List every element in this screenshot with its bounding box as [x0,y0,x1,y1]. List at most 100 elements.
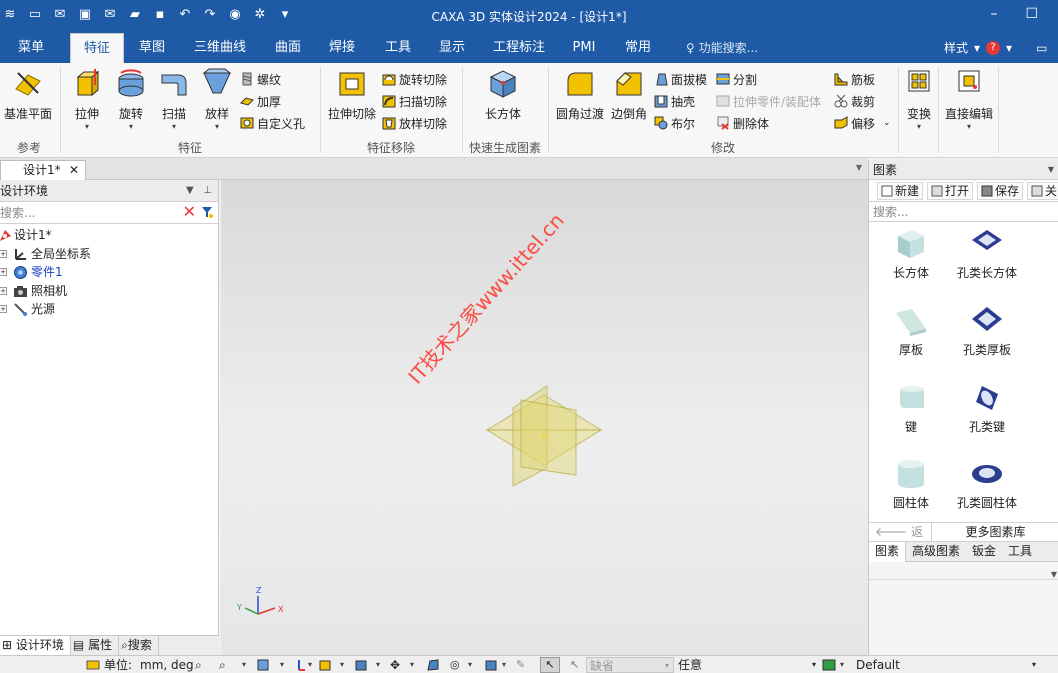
library-item-cylinder[interactable]: 圆柱体 [871,458,951,511]
3d-viewport[interactable]: Z Y X IT技术之家www.ittel.cn [221,180,868,655]
tab-display[interactable]: 显示 [430,33,474,63]
trim-button[interactable]: 裁剪 [834,91,875,111]
minimize-button[interactable]: – [990,6,997,22]
chamfer-button[interactable]: 边倒角 [606,67,652,122]
rotate-icon[interactable]: ✎ [516,658,530,672]
style-dropdown-icon[interactable]: ▾ [974,33,980,63]
clear-search-icon[interactable]: ✕ [183,203,196,221]
more-libraries-button[interactable]: 更多图素库 [931,523,1058,542]
panel-menu-icon[interactable]: ▼ [186,185,194,196]
extrude-button[interactable]: 拉伸 ▾ [64,67,110,131]
tab-menu[interactable]: 菜单 [6,33,56,63]
box-button[interactable]: 长方体 [478,67,528,122]
expand-icon[interactable]: + [0,305,7,313]
custom-hole-button[interactable]: 自定义孔 [240,113,305,133]
delete-body-button[interactable]: 删除体 [716,113,769,133]
tab-library-tools[interactable]: 工具 [1002,542,1038,562]
tab-pmi[interactable]: PMI [564,33,604,63]
tab-common[interactable]: 常用 [616,33,660,63]
extrude-cut-button[interactable]: 拉伸切除 [326,67,378,122]
thicken-button[interactable]: 加厚 [240,91,281,111]
filter-dropdown[interactable]: 缺省 ▾ [586,657,674,673]
thread-button[interactable]: 螺纹 [240,69,281,89]
unit-value[interactable]: mm, deg [140,657,194,673]
expand-icon[interactable]: + [0,268,7,276]
draft-button[interactable]: 面拔模 [654,69,707,89]
revolve-button[interactable]: 旋转 ▾ [108,67,154,131]
tab-search[interactable]: ⌕搜索 [119,636,159,656]
expand-icon[interactable]: + [0,286,7,295]
library-item-hole-cylinder[interactable]: 孔类圆柱体 [947,458,1027,511]
zoom-icon[interactable]: ⌕ [195,658,209,672]
tree-item-global-coordinate[interactable]: + 全局坐标系 [0,245,218,264]
sweep-button[interactable]: 扫描 ▾ [151,67,197,131]
shaded-icon[interactable] [426,658,440,672]
tab-3d-curve[interactable]: 三维曲线 [188,33,252,63]
loft-cut-button[interactable]: 放样切除 [382,113,447,133]
collapse-ribbon-icon[interactable]: ▭ [1036,33,1047,63]
zoom-window-icon[interactable]: ⌕ [219,658,233,672]
library-menu-icon[interactable]: ▼ [1048,160,1054,180]
layer-dropdown[interactable]: Default ▾ [856,657,1036,673]
box-view-icon[interactable] [484,658,498,672]
tab-properties[interactable]: ▤ 属性 [71,636,120,656]
pointer-icon[interactable]: ↖ [570,658,584,672]
library-item-slab[interactable]: 厚板 [871,305,951,358]
new-library-button[interactable]: 新建 [877,181,924,200]
tab-tools[interactable]: 工具 [376,33,420,63]
save-library-button[interactable]: 保存 [977,181,1024,200]
tab-feature[interactable]: 特征 [70,33,124,63]
library-item-hole-slab[interactable]: 孔类厚板 [947,305,1027,358]
layer-icon[interactable] [822,658,836,672]
view-orientation-icon[interactable] [256,658,270,672]
tab-design-environment[interactable]: ⊞ 设计环境 [0,636,71,656]
selection-type-dropdown[interactable]: 任意 ▾ [676,657,816,673]
tree-item-design1[interactable]: 设计1* [0,226,218,245]
loft-button[interactable]: 放样 ▾ [194,67,240,131]
library-item-hole-box[interactable]: 孔类长方体 [947,228,1027,281]
library-back-button[interactable]: 🡐 返回 [869,523,931,557]
pin-icon[interactable]: ⊥ [203,185,212,196]
triad-icon[interactable] [292,658,306,672]
boolean-button[interactable]: 布尔 [654,113,695,133]
datum-plane-button[interactable]: 基准平面 [2,67,54,122]
offset-dropdown-icon[interactable]: ⌄ [883,118,891,128]
tree-item-camera[interactable]: + 照相机 [0,282,218,301]
direct-edit-button[interactable]: 直接编辑 ▾ [942,67,996,131]
help-icon[interactable]: ? [986,41,1001,55]
tree-item-part1[interactable]: + 零件1 [0,263,218,282]
library-item-box[interactable]: 长方体 [871,228,951,281]
select-pointer-icon[interactable]: ↖ [540,657,560,673]
sweep-cut-button[interactable]: 扫描切除 [382,91,447,111]
offset-button[interactable]: 偏移 ⌄ [834,113,891,133]
fillet-button[interactable]: 圆角过渡 [554,67,606,122]
transform-button[interactable]: 变换 ▾ [900,67,938,131]
filter-icon[interactable] [200,205,214,219]
expand-icon[interactable]: + [0,249,7,258]
open-library-button[interactable]: 打开 [927,181,974,200]
lower-panel-dropdown-icon[interactable]: ▼ [1051,570,1057,579]
help-dropdown-icon[interactable]: ▾ [1006,33,1012,63]
document-tab[interactable]: 设计1* ✕ [0,160,86,180]
revolve-cut-button[interactable]: 旋转切除 [382,69,447,89]
style-menu[interactable]: 样式 [944,33,968,63]
render-style-icon[interactable] [318,658,332,672]
document-list-dropdown-icon[interactable]: ▼ [856,163,862,172]
display-mode-icon[interactable] [354,658,368,672]
feature-search-box[interactable]: ♀ 功能搜索... [686,33,758,63]
library-search-input[interactable]: 搜索... [869,202,1058,222]
tab-sheet-metal[interactable]: 钣金 [966,542,1002,562]
shell-button[interactable]: 抽壳 [654,91,695,111]
library-item-key[interactable]: 键 [871,382,951,435]
move-icon[interactable]: ✥ [390,658,404,672]
library-item-hole-key[interactable]: 孔类键 [947,382,1027,435]
extend-part-button[interactable]: 拉伸零件/装配体 [716,91,821,111]
close-library-button[interactable]: 关 [1027,181,1058,200]
rib-button[interactable]: 筋板 [834,69,875,89]
tab-primitives[interactable]: 图素 [869,542,907,562]
tree-search-input[interactable]: 搜索... ✕ [0,202,218,224]
maximize-button[interactable]: ☐ [1025,6,1038,22]
tab-advanced-primitives[interactable]: 高级图素 [906,542,966,562]
tab-annotation[interactable]: 工程标注 [488,33,550,63]
split-button[interactable]: 分割 [716,69,757,89]
